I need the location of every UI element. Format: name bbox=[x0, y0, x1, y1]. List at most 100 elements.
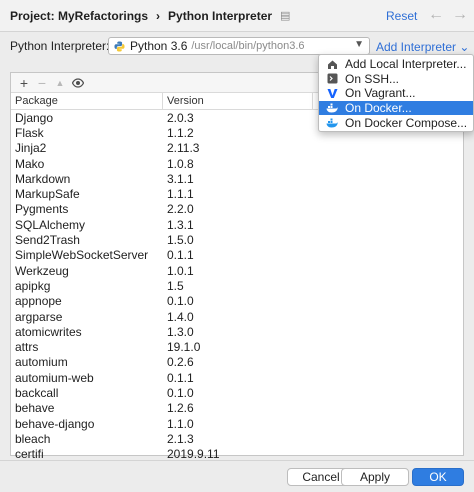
interpreter-name: Python 3.6 bbox=[130, 39, 188, 53]
back-arrow-icon[interactable]: ← bbox=[428, 6, 444, 24]
table-row[interactable]: Pygments 2.2.0 bbox=[11, 202, 463, 217]
interpreter-select[interactable]: Python 3.6 /usr/local/bin/python3.6 ▼ bbox=[108, 37, 370, 55]
table-row[interactable]: Send2Trash 1.5.0 bbox=[11, 232, 463, 247]
forward-arrow-icon[interactable]: → bbox=[452, 6, 468, 24]
docker-compose-icon bbox=[326, 117, 338, 129]
table-row[interactable]: attrs 19.1.0 bbox=[11, 339, 463, 354]
package-name: bleach bbox=[15, 431, 51, 446]
table-row[interactable]: automium 0.2.6 bbox=[11, 355, 463, 370]
package-version: 0.1.0 bbox=[167, 385, 194, 400]
project-crumb[interactable]: Project: MyRefactorings bbox=[10, 9, 148, 23]
table-row[interactable]: appnope 0.1.0 bbox=[11, 294, 463, 309]
package-name: argparse bbox=[15, 309, 63, 324]
package-version: 19.1.0 bbox=[167, 340, 201, 355]
eye-icon[interactable] bbox=[69, 74, 87, 92]
apply-button[interactable]: Apply bbox=[341, 468, 409, 486]
package-name: Django bbox=[15, 110, 54, 125]
terminal-icon bbox=[326, 73, 338, 85]
table-row[interactable]: Mako 1.0.8 bbox=[11, 156, 463, 171]
interpreter-label: Python Interpreter: bbox=[10, 39, 110, 53]
menu-item-vagrant[interactable]: On Vagrant... bbox=[319, 86, 473, 101]
package-name: behave-django bbox=[15, 416, 95, 431]
package-name: automium-web bbox=[15, 370, 94, 385]
package-version: 1.1.1 bbox=[167, 187, 194, 202]
package-version: 2.2.0 bbox=[167, 202, 194, 217]
reset-button[interactable]: Reset bbox=[386, 9, 417, 23]
package-name: Send2Trash bbox=[15, 233, 80, 248]
table-row[interactable]: behave 1.2.6 bbox=[11, 401, 463, 416]
table-row[interactable]: Jinja2 2.11.3 bbox=[11, 141, 463, 156]
package-version: 1.3.0 bbox=[167, 324, 194, 339]
package-name: automium bbox=[15, 355, 68, 370]
upgrade-package-icon[interactable]: ▲ bbox=[51, 74, 69, 92]
package-version: 0.1.1 bbox=[167, 248, 194, 263]
package-version: 2.1.3 bbox=[167, 431, 194, 446]
table-row[interactable]: atomicwrites 1.3.0 bbox=[11, 324, 463, 339]
menu-item-ssh[interactable]: On SSH... bbox=[319, 72, 473, 87]
interpreter-path: /usr/local/bin/python3.6 bbox=[191, 40, 305, 52]
add-interpreter-menu: Add Local Interpreter... On SSH... On Va… bbox=[318, 54, 474, 132]
package-version: 1.0.1 bbox=[167, 263, 194, 278]
table-row[interactable]: behave-django 1.1.0 bbox=[11, 416, 463, 431]
page-title: Python Interpreter bbox=[168, 8, 273, 23]
package-name: attrs bbox=[15, 340, 39, 355]
package-version: 2.11.3 bbox=[167, 141, 200, 156]
package-name: MarkupSafe bbox=[15, 187, 80, 202]
package-version: 1.5 bbox=[167, 278, 184, 293]
menu-item-label: On Vagrant... bbox=[345, 86, 416, 101]
menu-item-label: On SSH... bbox=[345, 71, 400, 86]
package-version: 2.0.3 bbox=[167, 110, 194, 125]
chevron-down-icon: ▼ bbox=[354, 39, 364, 50]
table-row[interactable]: argparse 1.4.0 bbox=[11, 309, 463, 324]
docker-icon bbox=[326, 102, 338, 114]
table-row[interactable]: automium-web 0.1.1 bbox=[11, 370, 463, 385]
package-name: atomicwrites bbox=[15, 324, 82, 339]
package-version: 0.1.0 bbox=[167, 294, 194, 309]
page-icon: ▤ bbox=[280, 10, 291, 22]
package-name: Pygments bbox=[15, 202, 69, 217]
table-row[interactable]: backcall 0.1.0 bbox=[11, 385, 463, 400]
package-list: Django 2.0.3 Flask 1.1.2 Jinja2 2.11.3 Mako 1.0… bbox=[11, 110, 463, 462]
menu-item-docker-compose[interactable]: On Docker Compose... bbox=[319, 115, 473, 130]
package-name: Flask bbox=[15, 125, 44, 140]
house-icon bbox=[326, 58, 338, 70]
add-package-icon[interactable]: + bbox=[15, 74, 33, 92]
menu-item-docker[interactable]: On Docker... bbox=[319, 100, 473, 116]
package-version: 1.1.0 bbox=[167, 416, 194, 431]
table-row[interactable]: Markdown 3.1.1 bbox=[11, 171, 463, 186]
table-row[interactable]: bleach 2.1.3 bbox=[11, 431, 463, 446]
package-name: apipkg bbox=[15, 278, 51, 293]
table-row[interactable]: SimpleWebSocketServer 0.1.1 bbox=[11, 248, 463, 263]
remove-package-icon[interactable]: − bbox=[33, 74, 51, 92]
package-version: 1.4.0 bbox=[167, 309, 194, 324]
table-row[interactable]: Werkzeug 1.0.1 bbox=[11, 263, 463, 278]
package-name: Jinja2 bbox=[15, 141, 47, 156]
package-name: SimpleWebSocketServer bbox=[15, 248, 149, 263]
table-row[interactable]: SQLAlchemy 1.3.1 bbox=[11, 217, 463, 232]
column-package[interactable]: Package bbox=[11, 93, 163, 109]
package-name: Markdown bbox=[15, 171, 71, 186]
table-row[interactable]: apipkg 1.5 bbox=[11, 278, 463, 293]
breadcrumb-separator: › bbox=[156, 8, 161, 23]
package-version: 0.2.6 bbox=[167, 355, 194, 370]
add-interpreter-link[interactable]: Add Interpreter ⌄ bbox=[376, 40, 469, 54]
package-version: 1.0.8 bbox=[167, 156, 194, 171]
package-version: 1.1.2 bbox=[167, 125, 194, 140]
footer-divider bbox=[0, 460, 474, 461]
package-name: backcall bbox=[15, 385, 59, 400]
column-version[interactable]: Version bbox=[163, 93, 313, 109]
table-row[interactable]: MarkupSafe 1.1.1 bbox=[11, 186, 463, 201]
menu-item-label: On Docker Compose... bbox=[345, 115, 468, 130]
python-icon bbox=[114, 40, 125, 52]
breadcrumb: Project: MyRefactorings › Python Interpr… bbox=[0, 0, 474, 32]
vagrant-icon bbox=[326, 87, 338, 99]
menu-item-label: Add Local Interpreter... bbox=[345, 57, 467, 72]
menu-item-label: On Docker... bbox=[345, 101, 412, 116]
menu-item-add-local[interactable]: Add Local Interpreter... bbox=[319, 57, 473, 72]
ok-button[interactable]: OK bbox=[412, 468, 464, 486]
package-name: Mako bbox=[15, 156, 45, 171]
interpreter-row: Python Interpreter: bbox=[10, 37, 109, 55]
package-name: SQLAlchemy bbox=[15, 217, 86, 232]
package-name: behave bbox=[15, 401, 55, 416]
package-name: appnope bbox=[15, 294, 62, 309]
